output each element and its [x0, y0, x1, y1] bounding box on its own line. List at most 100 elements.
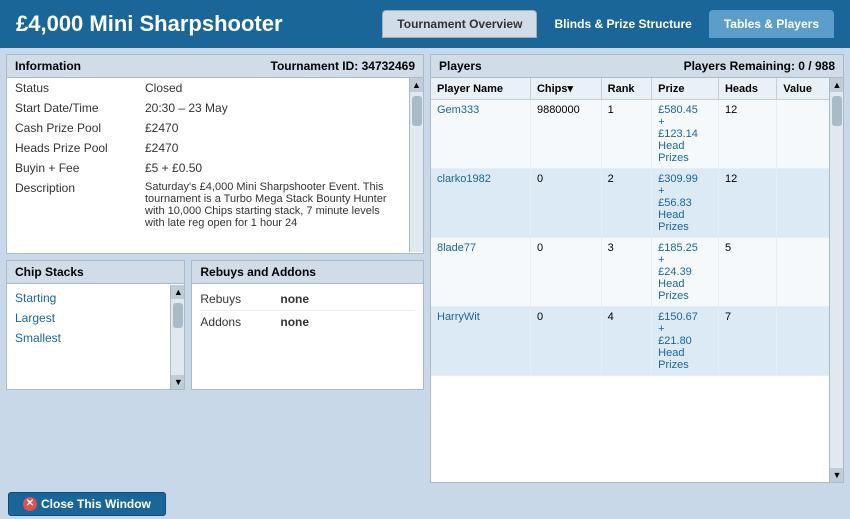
tournament-id: Tournament ID: 34732469 [271, 59, 416, 73]
player-prize-4: £150.67+£21.80HeadPrizes [652, 307, 719, 376]
player-prize-3: £185.25+£24.39HeadPrizes [652, 238, 719, 307]
close-icon: ✕ [23, 497, 37, 511]
player-name-4: HarryWit [431, 307, 530, 376]
player-value-1 [777, 100, 829, 169]
rebuys-content: Rebuys none Addons none [192, 284, 423, 337]
rebuy-value-addons: none [280, 315, 309, 329]
rebuy-label-rebuys: Rebuys [200, 292, 280, 306]
info-header-left: Information [15, 59, 81, 73]
player-chips-3: 0 [530, 238, 601, 307]
players-scrollbar-thumb [832, 96, 842, 126]
tab-blinds-prize[interactable]: Blinds & Prize Structure [539, 10, 706, 38]
info-value-start: 20:30 – 23 May [137, 98, 409, 118]
info-value-cash-prize: £2470 [137, 118, 409, 138]
chip-scrollbar[interactable]: ▲ ▼ [170, 285, 184, 389]
chip-stacks-box: Chip Stacks Starting Largest Smallest ▲ … [6, 260, 185, 390]
players-table: Player Name Chips▾ Rank Prize Heads Valu… [431, 78, 829, 376]
info-value-status: Closed [137, 78, 409, 98]
close-label: Close This Window [41, 497, 151, 511]
player-heads-3: 5 [718, 238, 776, 307]
player-heads-2: 12 [718, 169, 776, 238]
info-box-header: Information Tournament ID: 34732469 [7, 55, 423, 78]
info-label-start: Start Date/Time [7, 98, 137, 118]
player-heads-1: 12 [718, 100, 776, 169]
info-scrollbar[interactable]: ▲ [409, 78, 423, 252]
players-table-wrap: Player Name Chips▾ Rank Prize Heads Valu… [431, 78, 843, 482]
player-value-4 [777, 307, 829, 376]
players-box: Players Players Remaining: 0 / 988 Playe… [430, 54, 844, 483]
scrollbar-thumb [412, 96, 422, 126]
chip-scrollbar-thumb [173, 303, 183, 328]
player-row-1: Gem333 9880000 1 £580.45+£123.14HeadPriz… [431, 100, 829, 169]
tab-tables-players[interactable]: Tables & Players [709, 10, 834, 38]
players-header: Players Players Remaining: 0 / 988 [431, 55, 843, 78]
players-table-header-row: Player Name Chips▾ Rank Prize Heads Valu… [431, 78, 829, 100]
chip-item-smallest: Smallest [15, 328, 176, 348]
chip-item-largest: Largest [15, 308, 176, 328]
player-row-3: 8lade77 0 3 £185.25+£24.39HeadPrizes 5 [431, 238, 829, 307]
col-prize: Prize [652, 78, 719, 100]
info-row-start: Start Date/Time 20:30 – 23 May [7, 98, 409, 118]
player-value-2 [777, 169, 829, 238]
rebuys-header: Rebuys and Addons [192, 261, 423, 284]
player-chips-2: 0 [530, 169, 601, 238]
rebuys-box: Rebuys and Addons Rebuys none Addons non… [191, 260, 424, 390]
col-rank: Rank [601, 78, 652, 100]
player-row-2: clarko1982 0 2 £309.99+£56.83HeadPrizes … [431, 169, 829, 238]
player-row-4: HarryWit 0 4 £150.67+£21.80HeadPrizes 7 [431, 307, 829, 376]
player-name-1: Gem333 [431, 100, 530, 169]
player-rank-1: 1 [601, 100, 652, 169]
col-chips: Chips▾ [530, 78, 601, 100]
right-panel: Players Players Remaining: 0 / 988 Playe… [430, 48, 850, 489]
col-value: Value [777, 78, 829, 100]
player-heads-4: 7 [718, 307, 776, 376]
player-name-3: 8lade77 [431, 238, 530, 307]
info-box: Information Tournament ID: 34732469 Stat… [6, 54, 424, 254]
player-prize-2: £309.99+£56.83HeadPrizes [652, 169, 719, 238]
players-scrollbar[interactable]: ▲ ▼ [829, 78, 843, 482]
tab-bar: Tournament Overview Blinds & Prize Struc… [382, 10, 834, 38]
close-window-button[interactable]: ✕ Close This Window [8, 492, 166, 516]
header-bar: £4,000 Mini Sharpshooter Tournament Over… [0, 0, 850, 48]
rebuy-value-rebuys: none [280, 292, 309, 306]
players-remaining: Players Remaining: 0 / 988 [684, 59, 835, 73]
info-row-desc: Description Saturday's £4,000 Mini Sharp… [7, 178, 409, 232]
info-row-cash-prize: Cash Prize Pool £2470 [7, 118, 409, 138]
info-label-cash-prize: Cash Prize Pool [7, 118, 137, 138]
info-value-buyin: £5 + £0.50 [137, 158, 409, 178]
player-prize-1: £580.45+£123.14HeadPrizes [652, 100, 719, 169]
info-label-status: Status [7, 78, 137, 98]
rebuy-row-addons: Addons none [200, 311, 415, 333]
main-content: Information Tournament ID: 34732469 Stat… [0, 48, 850, 489]
col-player-name: Player Name [431, 78, 530, 100]
players-table-inner: Player Name Chips▾ Rank Prize Heads Valu… [431, 78, 829, 482]
footer-bar: ✕ Close This Window [0, 489, 850, 519]
player-name-2: clarko1982 [431, 169, 530, 238]
info-value-heads-prize: £2470 [137, 138, 409, 158]
tab-tournament-overview[interactable]: Tournament Overview [382, 10, 537, 38]
chip-stacks-header: Chip Stacks [7, 261, 184, 284]
rebuy-row-rebuys: Rebuys none [200, 288, 415, 311]
player-rank-3: 3 [601, 238, 652, 307]
rebuy-label-addons: Addons [200, 315, 280, 329]
info-row-buyin: Buyin + Fee £5 + £0.50 [7, 158, 409, 178]
player-rank-2: 2 [601, 169, 652, 238]
info-row-status: Status Closed [7, 78, 409, 98]
info-label-desc: Description [7, 178, 137, 232]
info-row-heads-prize: Heads Prize Pool £2470 [7, 138, 409, 158]
page-title: £4,000 Mini Sharpshooter [16, 11, 283, 37]
info-label-buyin: Buyin + Fee [7, 158, 137, 178]
info-label-heads-prize: Heads Prize Pool [7, 138, 137, 158]
player-chips-1: 9880000 [530, 100, 601, 169]
left-panel: Information Tournament ID: 34732469 Stat… [0, 48, 430, 489]
player-chips-4: 0 [530, 307, 601, 376]
chip-stacks-content: Starting Largest Smallest [7, 284, 184, 352]
chip-item-starting: Starting [15, 288, 176, 308]
info-value-desc: Saturday's £4,000 Mini Sharpshooter Even… [137, 178, 409, 232]
col-heads: Heads [718, 78, 776, 100]
player-rank-4: 4 [601, 307, 652, 376]
info-table: Status Closed Start Date/Time 20:30 – 23… [7, 78, 409, 232]
players-header-left: Players [439, 59, 482, 73]
player-value-3 [777, 238, 829, 307]
bottom-row: Chip Stacks Starting Largest Smallest ▲ … [6, 260, 424, 390]
